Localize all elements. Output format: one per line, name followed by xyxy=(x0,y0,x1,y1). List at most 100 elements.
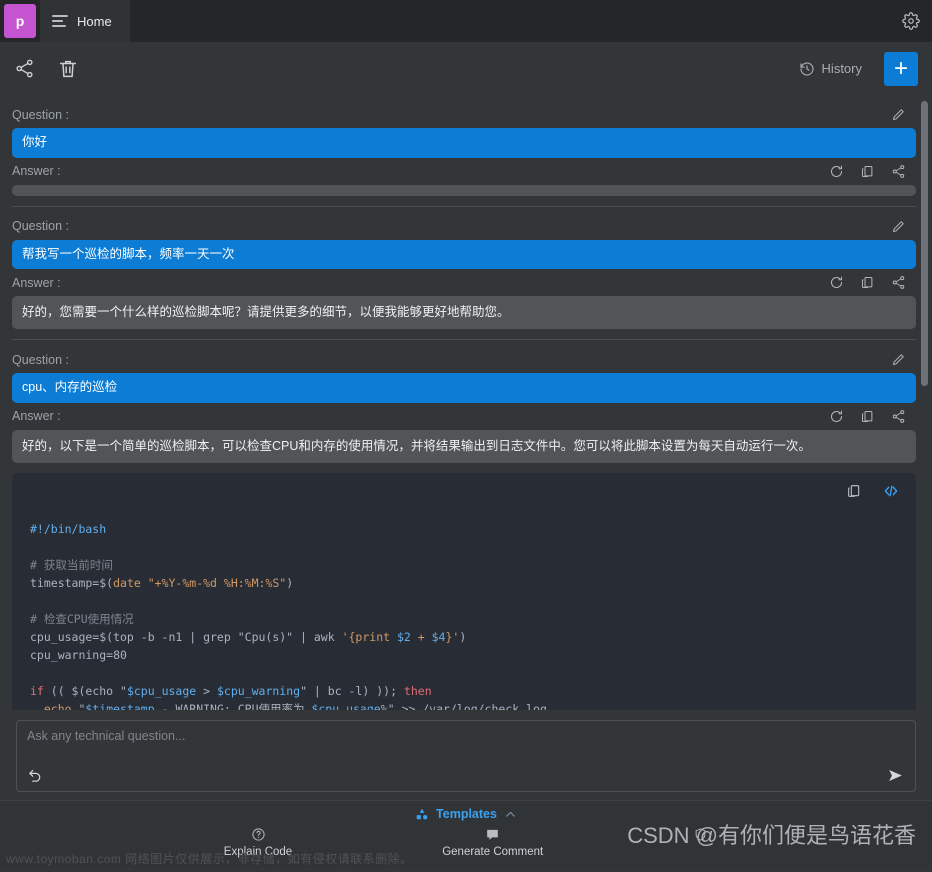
undo-icon xyxy=(29,769,41,782)
question-header: Question : xyxy=(12,346,916,373)
share-icon xyxy=(16,59,33,78)
code-line-if: if (( $(echo "$cpu_usage > $cpu_warning"… xyxy=(30,683,432,698)
action-toolbar: History + xyxy=(0,42,932,95)
regenerate-button[interactable] xyxy=(829,164,844,179)
code-content[interactable]: #!/bin/bash # 获取当前时间 timestamp=$(date "+… xyxy=(12,510,916,710)
send-button[interactable] xyxy=(886,766,905,785)
app-logo: p xyxy=(4,4,36,38)
tab-home-label: Home xyxy=(77,13,112,29)
question-bubble: 你好 xyxy=(12,128,916,158)
code-line-shebang: #!/bin/bash xyxy=(30,521,107,536)
copy-icon xyxy=(848,485,860,497)
conversation-scroll-area: Question : 你好 Answer : Question: 帮我写一个巡… xyxy=(0,95,932,710)
trash-icon xyxy=(59,60,77,77)
answer-actions xyxy=(829,275,916,290)
share-icon xyxy=(892,409,905,423)
code-brackets-icon xyxy=(884,485,898,497)
chevron-up-icon xyxy=(506,811,515,817)
answer-bubble: 好的，您需要一个什么样的巡检脚本呢？请提供更多的细节，以便我能够更好地帮助您。 xyxy=(12,296,916,330)
answer-header: Answer : xyxy=(12,403,916,430)
tab-home[interactable]: Home xyxy=(40,0,130,42)
shapes-icon xyxy=(416,808,428,820)
share-conversation-button[interactable] xyxy=(14,58,35,79)
scrollbar-thumb[interactable] xyxy=(921,101,928,386)
copy-icon xyxy=(862,165,873,177)
hamburger-icon xyxy=(52,15,68,27)
question-label: Question : xyxy=(12,107,69,122)
generate-comment-action[interactable]: Generate Comment xyxy=(442,827,543,858)
refresh-icon xyxy=(831,165,843,177)
titlebar-spacer xyxy=(130,0,890,42)
new-conversation-button[interactable]: + xyxy=(884,51,918,86)
copy-icon xyxy=(862,410,873,422)
regenerate-button[interactable] xyxy=(829,275,844,290)
history-label: History xyxy=(821,61,862,76)
comment-icon xyxy=(487,829,499,840)
watermark-csdn: CSDN @有你们便是鸟语花香 xyxy=(627,823,916,848)
answer-actions xyxy=(829,409,916,424)
conversation-scrollbar[interactable] xyxy=(921,101,928,701)
share-icon xyxy=(892,164,905,178)
generate-comment-label: Generate Comment xyxy=(442,846,544,858)
code-line-comment-time: # 获取当前时间 xyxy=(30,557,113,572)
question-label: Question : xyxy=(12,219,69,234)
title-bar: p Home xyxy=(0,0,932,42)
question-circle-icon xyxy=(251,828,265,841)
copy-code-button[interactable] xyxy=(846,483,862,499)
answer-header: Answer : xyxy=(12,269,916,296)
code-block: #!/bin/bash # 获取当前时间 timestamp=$(date "+… xyxy=(12,472,916,710)
qa-block: Question : 你好 Answer : xyxy=(12,95,916,207)
answer-label: Answer : xyxy=(12,164,61,179)
share-answer-button[interactable] xyxy=(891,164,906,179)
plugin-panel: p Home History + Question: 你好 Answer: … xyxy=(0,0,932,872)
bottom-bar: Templates Explain Code Generate Comment … xyxy=(0,800,932,868)
copy-answer-button[interactable] xyxy=(860,275,875,290)
templates-label: Templates xyxy=(436,807,497,821)
copy-answer-button[interactable] xyxy=(860,164,875,179)
share-icon xyxy=(892,276,905,290)
answer-bubble xyxy=(12,184,916,196)
code-block-toolbar xyxy=(12,472,916,510)
delete-conversation-button[interactable] xyxy=(57,58,79,80)
ask-box xyxy=(16,720,916,792)
ask-footer xyxy=(27,766,905,785)
pencil-icon xyxy=(892,354,904,366)
app-logo-container: p xyxy=(0,0,40,42)
answer-label: Answer : xyxy=(12,275,61,290)
code-line-timestamp: timestamp=$(date "+%Y-%m-%d %H:%M:%S") xyxy=(30,575,294,590)
qa-block: Question : 帮我写一个巡检的脚本，频率一天一次 Answer : 好的… xyxy=(12,207,916,341)
watermark-toymoban: www.toymoban.com 网络图片仅供展示，非存储，如有侵权请联系删除。 xyxy=(6,852,413,866)
question-actions xyxy=(891,352,916,367)
answer-header: Answer : xyxy=(12,158,916,185)
edit-question-button[interactable] xyxy=(891,352,906,367)
share-answer-button[interactable] xyxy=(891,409,906,424)
share-answer-button[interactable] xyxy=(891,275,906,290)
settings-button[interactable] xyxy=(890,0,932,42)
insert-code-button[interactable] xyxy=(882,482,900,500)
refresh-icon xyxy=(831,276,843,289)
gear-icon xyxy=(902,12,920,30)
question-label: Question : xyxy=(12,352,69,367)
question-actions xyxy=(891,107,916,122)
question-header: Question : xyxy=(12,101,916,128)
copy-answer-button[interactable] xyxy=(860,409,875,424)
question-input[interactable] xyxy=(27,729,905,743)
history-button[interactable]: History xyxy=(799,61,862,77)
answer-label: Answer : xyxy=(12,409,61,424)
code-line-echo-warning: echo "$timestamp - WARNING: CPU使用率为 $cpu… xyxy=(43,701,547,710)
code-line-cpu-usage: cpu_usage=$(top -b -n1 | grep "Cpu(s)" |… xyxy=(30,629,467,644)
undo-button[interactable] xyxy=(27,767,44,784)
qa-block: Question : cpu、内存的巡检 Answer : 好的，以下是一个简单… xyxy=(12,340,916,710)
answer-actions xyxy=(829,164,916,179)
edit-question-button[interactable] xyxy=(891,107,906,122)
code-line-cpu-warning: cpu_warning=80 xyxy=(30,647,127,662)
question-bubble: 帮我写一个巡检的脚本，频率一天一次 xyxy=(12,239,916,270)
question-header: Question : xyxy=(12,213,916,240)
code-line-comment-cpu: # 检查CPU使用情况 xyxy=(30,611,134,626)
regenerate-button[interactable] xyxy=(829,409,844,424)
pencil-icon xyxy=(892,220,904,232)
edit-question-button[interactable] xyxy=(891,219,906,234)
ask-area xyxy=(0,710,932,800)
copy-icon xyxy=(862,277,873,289)
question-bubble: cpu、内存的巡检 xyxy=(12,373,916,403)
